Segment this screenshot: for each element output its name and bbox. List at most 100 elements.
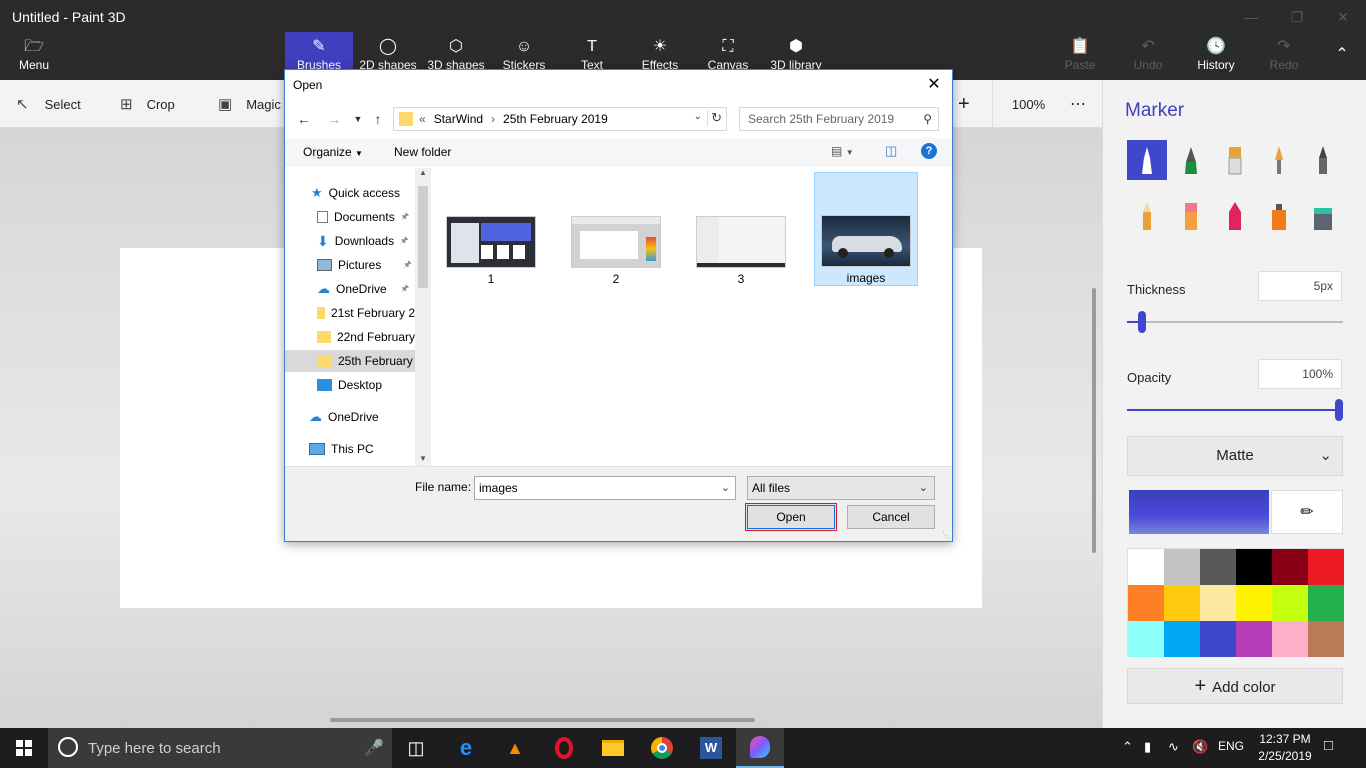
color-swatch[interactable]: [1200, 549, 1236, 585]
color-swatch[interactable]: [1272, 621, 1308, 657]
task-view-button[interactable]: ◫: [392, 728, 440, 768]
breadcrumb-current-folder[interactable]: 25th February 2019: [503, 112, 608, 126]
opera-app[interactable]: [540, 728, 588, 768]
show-hidden-icons-button[interactable]: ⌃: [1122, 739, 1133, 755]
menu-button[interactable]: 🗁 Menu: [0, 36, 68, 80]
nav-pictures[interactable]: Pictures 🖈: [317, 254, 415, 276]
refresh-icon[interactable]: ↻: [707, 110, 722, 126]
color-swatch[interactable]: [1164, 585, 1200, 621]
color-swatch[interactable]: [1200, 621, 1236, 657]
color-swatch[interactable]: [1128, 621, 1164, 657]
finish-dropdown[interactable]: Matte ⌄: [1127, 436, 1343, 476]
nav-quick-access[interactable]: ★ Quick access: [311, 182, 415, 204]
battery-icon[interactable]: ▮: [1144, 739, 1151, 755]
forward-button[interactable]: →: [325, 110, 343, 128]
cancel-button[interactable]: Cancel: [847, 505, 935, 529]
color-swatch[interactable]: [1308, 549, 1344, 585]
magic-select-button[interactable]: ▣ Magic: [218, 94, 281, 114]
file-item-1[interactable]: 1: [439, 174, 543, 288]
zoom-in-button[interactable]: +: [958, 93, 970, 115]
file-item-3[interactable]: 3: [689, 174, 793, 288]
crop-button[interactable]: ⊞ Crop: [120, 94, 175, 114]
thickness-slider[interactable]: [1127, 321, 1343, 323]
chevron-down-icon[interactable]: ⌄: [721, 477, 730, 499]
change-view-button[interactable]: ▤ ▼: [831, 144, 854, 158]
breadcrumb-starwind[interactable]: StarWind: [434, 112, 483, 126]
taskbar-search-box[interactable]: Type here to search 🎤: [48, 728, 392, 768]
pixel-pen-brush[interactable]: [1303, 140, 1343, 180]
file-item-images[interactable]: images: [814, 172, 918, 286]
opacity-slider-thumb[interactable]: [1335, 399, 1343, 421]
chrome-app[interactable]: [638, 728, 686, 768]
edge-app[interactable]: e: [442, 728, 490, 768]
wifi-icon[interactable]: ∿: [1168, 739, 1179, 755]
watercolor-brush[interactable]: [1259, 140, 1299, 180]
color-swatch[interactable]: [1164, 549, 1200, 585]
color-swatch[interactable]: [1236, 621, 1272, 657]
fill-bucket-brush[interactable]: [1303, 196, 1343, 236]
color-swatch[interactable]: [1272, 549, 1308, 585]
select-button[interactable]: ↖ Select: [16, 94, 81, 114]
resize-grip-icon[interactable]: ⋱: [942, 531, 950, 540]
close-window-button[interactable]: ✕: [1320, 4, 1366, 30]
word-app[interactable]: W: [687, 728, 735, 768]
oil-brush[interactable]: [1215, 140, 1255, 180]
notifications-icon[interactable]: □: [1324, 737, 1333, 754]
file-name-input[interactable]: images ⌄: [474, 476, 736, 500]
clock[interactable]: 12:37 PM 2/25/2019: [1252, 731, 1318, 765]
nav-desktop[interactable]: Desktop: [317, 374, 415, 396]
maximize-button[interactable]: ❐: [1274, 4, 1320, 30]
chevron-down-icon[interactable]: ⌄: [694, 111, 702, 122]
color-swatch[interactable]: [1128, 549, 1164, 585]
scroll-down-icon[interactable]: ▼: [419, 454, 427, 463]
help-button[interactable]: ?: [921, 143, 937, 159]
eyedropper-button[interactable]: ✏: [1271, 490, 1343, 534]
scrollbar-thumb[interactable]: [418, 186, 428, 288]
color-swatch[interactable]: [1308, 621, 1344, 657]
file-explorer-app[interactable]: [589, 728, 637, 768]
more-options-button[interactable]: ⋯: [1070, 94, 1086, 114]
microphone-icon[interactable]: 🎤: [364, 738, 384, 758]
thickness-input[interactable]: 5px: [1258, 271, 1342, 301]
search-input[interactable]: Search 25th February 2019 ⚲: [739, 107, 939, 131]
start-button[interactable]: [0, 728, 48, 768]
spray-can-brush[interactable]: [1259, 196, 1299, 236]
paste-button[interactable]: 📋 Paste: [1046, 36, 1114, 80]
nav-folder-21st-february[interactable]: 21st February 2: [317, 302, 415, 324]
redo-button[interactable]: ↷ Redo: [1250, 36, 1318, 80]
color-swatch[interactable]: [1308, 585, 1344, 621]
opacity-input[interactable]: 100%: [1258, 359, 1342, 389]
file-type-select[interactable]: All files ⌄: [747, 476, 935, 500]
crayon-brush[interactable]: [1215, 196, 1255, 236]
nav-onedrive-pinned[interactable]: ☁ OneDrive 🖈: [317, 278, 415, 300]
history-button[interactable]: 🕓 History: [1182, 36, 1250, 80]
current-color-swatch[interactable]: [1129, 490, 1269, 534]
address-bar[interactable]: « StarWind › 25th February 2019 ⌄ ↻: [393, 107, 727, 131]
nav-downloads[interactable]: ⬇ Downloads 🖈: [317, 230, 415, 252]
color-swatch[interactable]: [1200, 585, 1236, 621]
color-swatch[interactable]: [1236, 549, 1272, 585]
zoom-level[interactable]: 100%: [992, 80, 1064, 128]
organize-button[interactable]: Organize ▼: [303, 145, 363, 159]
nav-onedrive[interactable]: ☁ OneDrive: [309, 406, 415, 428]
new-folder-button[interactable]: New folder: [394, 145, 451, 159]
navigation-scrollbar[interactable]: ▲ ▼: [415, 168, 431, 466]
calligraphy-pen-brush[interactable]: [1171, 140, 1211, 180]
horizontal-scrollbar[interactable]: [330, 718, 755, 722]
dialog-close-button[interactable]: ✕: [922, 74, 946, 96]
nav-documents[interactable]: Documents 🖈: [317, 206, 415, 228]
color-swatch[interactable]: [1128, 585, 1164, 621]
eraser-brush[interactable]: [1171, 196, 1211, 236]
language-indicator[interactable]: ENG: [1218, 739, 1244, 753]
marker-brush[interactable]: [1127, 140, 1167, 180]
paint3d-app[interactable]: [736, 728, 784, 768]
open-button[interactable]: Open: [747, 505, 835, 529]
volume-icon[interactable]: 🔇: [1192, 739, 1208, 755]
collapse-ribbon-button[interactable]: ⌃: [1318, 36, 1366, 80]
recent-locations-button[interactable]: ▼: [349, 110, 367, 128]
nav-folder-25th-february[interactable]: 25th February: [285, 350, 415, 372]
vlc-app[interactable]: ▲: [491, 728, 539, 768]
color-swatch[interactable]: [1236, 585, 1272, 621]
file-item-2[interactable]: 2: [564, 174, 668, 288]
color-swatch[interactable]: [1272, 585, 1308, 621]
